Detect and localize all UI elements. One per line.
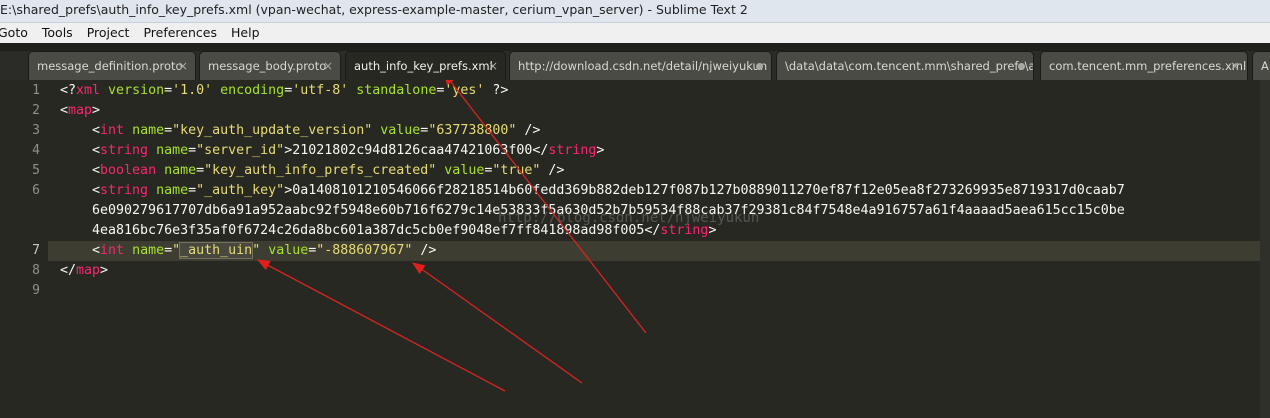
window-title-bar: E:\shared_prefs\auth_info_key_prefs.xml … [0, 0, 1270, 23]
tab-label: \data\data\com.tencent.mm\shared_prefs\a… [785, 59, 1034, 73]
tab-message-body[interactable]: message_body.proto × [199, 51, 341, 80]
tab-auth-info-key-prefs[interactable]: auth_info_key_prefs.xml × [345, 51, 506, 80]
menu-help[interactable]: Help [231, 23, 260, 43]
menu-tools[interactable]: Tools [42, 23, 73, 43]
close-icon[interactable]: × [1230, 52, 1240, 80]
tab-csdn-url[interactable]: http://download.csdn.net/detail/njweiyuk… [509, 51, 772, 80]
unsaved-dot-icon [756, 63, 763, 70]
tab-message-definition[interactable]: message_definition.proto × [28, 51, 196, 80]
menu-project[interactable]: Project [87, 23, 130, 43]
tab-label: auth_info_key_prefs.xml [354, 59, 493, 73]
close-icon[interactable]: × [178, 52, 188, 80]
menu-goto[interactable]: Goto [0, 23, 28, 43]
annotation-arrow [443, 80, 647, 334]
tab-label: A [1261, 59, 1269, 73]
annotation-arrow [411, 262, 583, 384]
annotation-arrow [256, 259, 506, 392]
tab-label: http://download.csdn.net/detail/njweiyuk… [518, 59, 768, 73]
tab-strip-top [0, 43, 1270, 51]
close-icon[interactable]: × [323, 52, 333, 80]
menu-preferences[interactable]: Preferences [143, 23, 217, 43]
annotation-arrows [256, 80, 647, 392]
tab-strip: message_definition.proto × message_body.… [0, 43, 1270, 80]
window-title: E:\shared_prefs\auth_info_key_prefs.xml … [0, 2, 748, 17]
tab-data-path[interactable]: \data\data\com.tencent.mm\shared_prefs\a… [776, 51, 1034, 80]
close-icon[interactable]: × [488, 52, 498, 80]
menu-bar: Goto Tools Project Preferences Help [0, 23, 1270, 43]
code-editor[interactable]: 1 2 3 4 5 6 7 8 9 <?xml version='1.0' en… [0, 80, 1270, 418]
tab-label: message_definition.proto [37, 59, 183, 73]
unsaved-dot-icon [1018, 63, 1025, 70]
tab-label: com.tencent.mm_preferences.xml [1049, 59, 1247, 73]
tab-label: message_body.proto [208, 59, 327, 73]
tab-overflow[interactable]: A [1252, 51, 1270, 80]
tab-mm-preferences[interactable]: com.tencent.mm_preferences.xml × [1040, 51, 1248, 80]
